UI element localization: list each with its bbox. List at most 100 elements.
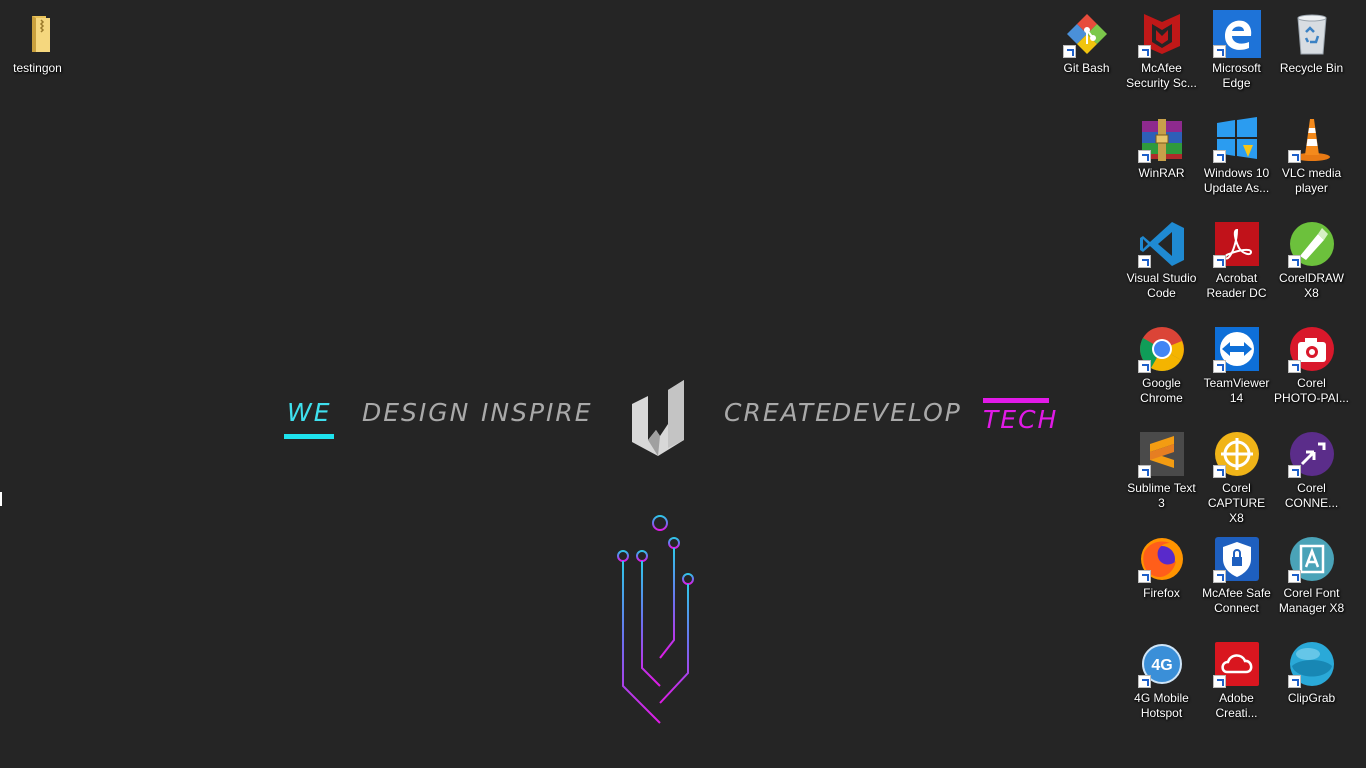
desktop-icon-label: TeamViewer 14: [1203, 376, 1270, 405]
desktop-icon-label: Windows 10 Update As...: [1203, 166, 1270, 195]
desktop-icon-testingon[interactable]: testingon: [0, 4, 75, 76]
mobile-hotspot-icon: 4G: [1137, 640, 1186, 688]
shortcut-arrow-icon: [1212, 150, 1226, 163]
clipgrab-icon: [1287, 640, 1336, 688]
firefox-icon: [1137, 535, 1186, 583]
desktop-icon-label: ClipGrab: [1287, 691, 1336, 705]
windows-update-assistant-icon: [1212, 115, 1261, 163]
wallpaper-word-develop: DEVELOP: [832, 398, 962, 427]
desktop-icon-corel-photo-paint[interactable]: Corel PHOTO-PAI...: [1274, 319, 1349, 406]
coreldraw-icon: [1287, 220, 1336, 268]
desktop-icon-recycle-bin[interactable]: Recycle Bin: [1274, 4, 1349, 76]
wallpaper-word-tech: TECH: [983, 405, 1059, 434]
desktop-icon-label: Google Chrome: [1140, 376, 1183, 405]
desktop-icon-label: Recycle Bin: [1279, 61, 1344, 75]
sublime-text-icon: [1137, 430, 1186, 478]
shortcut-arrow-icon: [1287, 255, 1301, 268]
desktop-icon-label: Adobe Creati...: [1215, 691, 1258, 720]
desktop-icon-label: CorelDRAW X8: [1279, 271, 1344, 300]
desktop-icon-microsoft-edge[interactable]: Microsoft Edge: [1199, 4, 1274, 91]
desktop-icon-label: VLC media player: [1281, 166, 1342, 195]
desktop-icon-git-bash[interactable]: Git Bash: [1049, 4, 1124, 76]
desktop-icon-vlc[interactable]: VLC media player: [1274, 109, 1349, 196]
desktop-icon-chrome[interactable]: Google Chrome: [1124, 319, 1199, 406]
desktop-icon-windows-update-assistant[interactable]: Windows 10 Update As...: [1199, 109, 1274, 196]
adobe-creative-cloud-icon: [1212, 640, 1261, 688]
desktop-icon-mobile-hotspot[interactable]: 4G 4G Mobile Hotspot: [1124, 634, 1199, 721]
desktop-icon-label: Corel PHOTO-PAI...: [1274, 376, 1349, 405]
shortcut-arrow-icon: [1212, 465, 1226, 478]
shortcut-arrow-icon: [1137, 360, 1151, 373]
desktop-icon-mcafee-safe-connect[interactable]: McAfee Safe Connect: [1199, 529, 1274, 616]
desktop-icon-label: WinRAR: [1138, 166, 1185, 180]
shortcut-arrow-icon: [1137, 150, 1151, 163]
shortcut-arrow-icon: [1287, 570, 1301, 583]
shortcut-arrow-icon: [1212, 360, 1226, 373]
desktop-icon-vscode[interactable]: Visual Studio Code: [1124, 214, 1199, 301]
desktop-icon-label: McAfee Safe Connect: [1202, 586, 1271, 615]
desktop-icon-firefox[interactable]: Firefox: [1124, 529, 1199, 601]
desktop-icon-corel-font-manager[interactable]: Corel Font Manager X8: [1274, 529, 1349, 616]
desktop-icon-mcafee-security-scan[interactable]: McAfee Security Sc...: [1124, 4, 1199, 91]
wallpaper-word-inspire: INSPIRE: [481, 398, 593, 427]
microsoft-edge-icon: [1212, 10, 1261, 58]
corel-photo-paint-icon: [1287, 325, 1336, 373]
shortcut-arrow-icon: [1137, 255, 1151, 268]
vscode-icon: [1137, 220, 1186, 268]
mcafee-safe-connect-icon: [1212, 535, 1261, 583]
desktop-icon-label: 4G Mobile Hotspot: [1134, 691, 1189, 720]
desktop-icon-label: Firefox: [1143, 586, 1180, 600]
wallpaper-circuit-tree: [617, 515, 694, 768]
desktop-icon-corel-capture[interactable]: Corel CAPTURE X8: [1199, 424, 1274, 526]
shortcut-arrow-icon: [1062, 45, 1076, 58]
desktop-icon-corel-connect[interactable]: Corel CONNE...: [1274, 424, 1349, 511]
screen-edge-marker: [0, 492, 2, 506]
wallpaper-underline-we: [284, 434, 334, 439]
desktop-icon-label: Acrobat Reader DC: [1206, 271, 1267, 300]
wallpaper-overline-tech: [983, 398, 1049, 403]
corel-font-manager-icon: [1287, 535, 1336, 583]
corel-capture-icon: [1212, 430, 1261, 478]
folder-icon: [14, 10, 62, 58]
wallpaper-word-design: DESIGN: [362, 398, 471, 427]
corel-connect-icon: [1287, 430, 1336, 478]
desktop-icon-sublime-text[interactable]: Sublime Text 3: [1124, 424, 1199, 511]
winrar-icon: [1137, 115, 1186, 163]
desktop-icon-label: McAfee Security Sc...: [1126, 61, 1197, 90]
acrobat-reader-icon: [1212, 220, 1261, 268]
shortcut-arrow-icon: [1137, 45, 1151, 58]
recycle-bin-icon: [1288, 10, 1336, 58]
shortcut-arrow-icon: [1287, 675, 1301, 688]
svg-text:4G: 4G: [1151, 657, 1172, 674]
shortcut-arrow-icon: [1137, 570, 1151, 583]
shortcut-arrow-icon: [1287, 360, 1301, 373]
chrome-icon: [1137, 325, 1186, 373]
desktop-icon-clipgrab[interactable]: ClipGrab: [1274, 634, 1349, 706]
wallpaper-logo: [632, 380, 684, 456]
desktop-icon-label: Sublime Text 3: [1127, 481, 1196, 510]
vlc-icon: [1287, 115, 1336, 163]
mcafee-security-scan-icon: [1137, 10, 1186, 58]
shortcut-arrow-icon: [1287, 465, 1301, 478]
desktop-icon-label: Visual Studio Code: [1126, 271, 1197, 300]
shortcut-arrow-icon: [1137, 675, 1151, 688]
desktop-icon-label: Microsoft Edge: [1212, 61, 1261, 90]
desktop-icon-teamviewer[interactable]: TeamViewer 14: [1199, 319, 1274, 406]
wallpaper-word-create: CREATE: [724, 398, 833, 427]
teamviewer-icon: [1212, 325, 1261, 373]
shortcut-arrow-icon: [1212, 255, 1226, 268]
desktop-icon-label: Corel CONNE...: [1284, 481, 1339, 510]
desktop-icon-label: testingon: [13, 61, 62, 75]
shortcut-arrow-icon: [1287, 150, 1301, 163]
desktop-icon-acrobat-reader[interactable]: Acrobat Reader DC: [1199, 214, 1274, 301]
desktop-icon-coreldraw[interactable]: CorelDRAW X8: [1274, 214, 1349, 301]
shortcut-arrow-icon: [1212, 45, 1226, 58]
desktop-icon-label: Git Bash: [1063, 61, 1110, 75]
desktop-icon-winrar[interactable]: WinRAR: [1124, 109, 1199, 181]
desktop-icon-adobe-creative-cloud[interactable]: Adobe Creati...: [1199, 634, 1274, 721]
shortcut-arrow-icon: [1212, 675, 1226, 688]
desktop-icon-label: Corel CAPTURE X8: [1207, 481, 1266, 525]
git-bash-icon: [1062, 10, 1111, 58]
desktop-icon-label: Corel Font Manager X8: [1278, 586, 1345, 615]
shortcut-arrow-icon: [1212, 570, 1226, 583]
